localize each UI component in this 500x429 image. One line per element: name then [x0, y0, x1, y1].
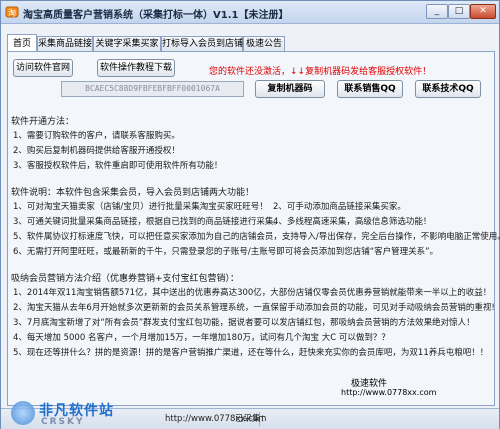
- activation-step: 1、需要订购软件的客户，请联系客服购买。: [13, 131, 180, 141]
- contact-sales-qq-button[interactable]: 联系销售QQ: [337, 80, 403, 98]
- app-logo-icon: 淘: [5, 6, 19, 18]
- tab-keyword-collect[interactable]: 关键字采集买家: [93, 36, 161, 52]
- marketing-item: 5、现在还等拼什么？拼的是资源！拼的是客户营销推广渠道，还在等什么，赶快来充实你…: [13, 348, 489, 358]
- machine-code-field[interactable]: BCAEC5C88D9FBFEBFBFF0001067A: [61, 81, 244, 97]
- marketing-item: 4、每天增加 5000 名客户，一个月增加15万，一年增加180万，试问有几个淘…: [13, 333, 390, 343]
- activation-notice: 您的软件还没激活，↓↓复制机器码发给客服授权软件！: [209, 67, 432, 77]
- app-window: 淘 淘宝高质量客户营销系统（采集打标一体）V1.1【未注册】 _ □ ✕ 首页 …: [0, 0, 500, 429]
- watermark: 非凡软件站 CRSKY: [11, 399, 151, 429]
- company-url: http://www.0778xx.com: [341, 388, 437, 397]
- features-heading: 软件说明：本软件包含采集会员，导入会员到店铺两大功能！: [11, 188, 255, 198]
- maximize-button[interactable]: □: [448, 4, 470, 19]
- activation-heading: 软件开通方法：: [11, 117, 75, 127]
- activation-step: 2、购买后复制机器码提供给客服开通授权！: [13, 146, 180, 156]
- marketing-item: 1、2014年双11淘宝销售额571亿，其中送出的优惠券高达300亿，大部份店铺…: [13, 288, 492, 298]
- copy-machine-code-button[interactable]: 复制机器码: [255, 80, 325, 98]
- feature-item: 6、无需打开阿里旺旺，或最新新的千牛，只需登录您的子账号/主账号即可将会员添加到…: [13, 247, 439, 257]
- window-title: 淘宝高质量客户营销系统（采集打标一体）V1.1【未注册】: [23, 10, 289, 21]
- marketing-heading: 吸纳会员营销方法介绍（优惠券营销+支付宝红包营销）：: [11, 274, 240, 284]
- feature-item: 4、多线程高速采集，高级信息筛选功能！: [273, 217, 432, 227]
- title-bar[interactable]: 淘 淘宝高质量客户营销系统（采集打标一体）V1.1【未注册】 _ □ ✕: [1, 1, 499, 24]
- marketing-item: 2、淘宝天猫从去年6月开始就多次更新新的会员关系管理系统，一直保留手动添加会员的…: [13, 303, 495, 313]
- tab-import-members[interactable]: 打标导入会员到店铺: [161, 36, 243, 52]
- marketing-item: 3、7月底淘宝新增了对“所有会员”群发支付宝红包功能，据说者要可以发店铺红包，那…: [13, 318, 475, 328]
- watermark-logo-icon: [11, 401, 35, 425]
- svg-text:淘: 淘: [8, 8, 16, 18]
- activation-step: 3、客服授权软件后，软件重启即可使用软件所有功能！: [13, 161, 223, 171]
- tutorial-download-button[interactable]: 软件操作教程下载: [97, 59, 175, 77]
- tab-collect-links[interactable]: 采集商品链接: [37, 36, 93, 52]
- contact-tech-qq-button[interactable]: 联系技术QQ: [415, 80, 481, 98]
- feature-item: 3、可通关键词批量采集商品链接，根据自已找到的商品链接进行采集。: [13, 217, 282, 227]
- close-button[interactable]: ✕: [470, 4, 496, 19]
- feature-item: 5、软件属协议打标速度飞快，可以把任意买家添加为自己的店铺会员，支持导入/导出保…: [13, 232, 500, 242]
- feature-item: 2、可手动添加商品链接采集买家。: [273, 202, 406, 212]
- status-collected: 已采集：: [235, 414, 270, 424]
- minimize-button[interactable]: _: [426, 4, 448, 19]
- visit-site-button[interactable]: 访问软件官网: [13, 59, 73, 77]
- tab-home[interactable]: 首页: [7, 34, 37, 52]
- tab-announcement[interactable]: 极速公告: [243, 36, 285, 52]
- watermark-subtext: CRSKY: [41, 417, 85, 427]
- feature-item: 1、可对淘宝天猫卖家（店铺/宝贝）进行批量采集淘宝买家旺旺号！: [13, 202, 268, 212]
